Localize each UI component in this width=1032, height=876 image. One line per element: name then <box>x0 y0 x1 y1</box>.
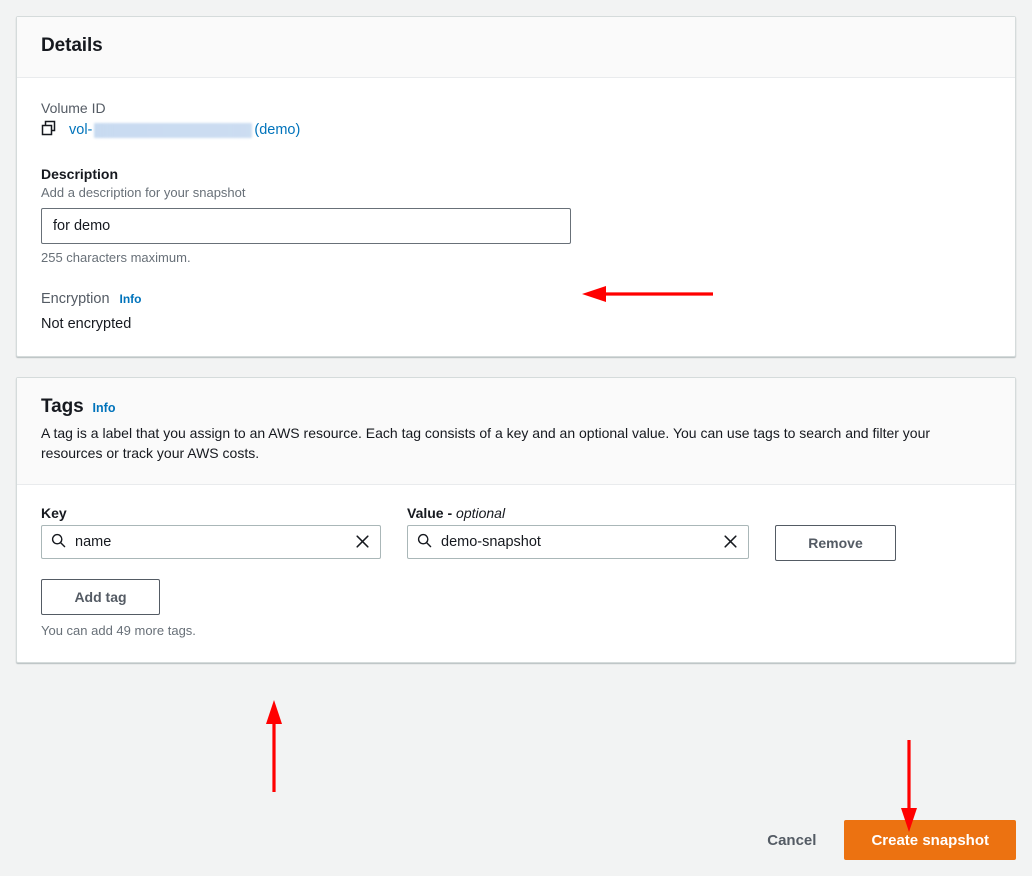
description-label: Description <box>41 166 119 182</box>
form-footer: Cancel Create snapshot <box>0 804 1032 876</box>
remove-tag-button[interactable]: Remove <box>775 524 896 561</box>
table-row: Remove <box>41 524 991 561</box>
tag-key-clear-button[interactable] <box>353 534 372 549</box>
volume-id-field: Volume ID vol- (demo) <box>41 100 991 140</box>
tag-value-clear-button[interactable] <box>721 534 740 549</box>
annotation-arrow-tag-key <box>266 700 282 792</box>
tags-panel: Tags Info A tag is a label that you assi… <box>16 377 1016 663</box>
copy-icon[interactable] <box>41 120 58 140</box>
tag-column-headers: Key Value - optional <box>41 505 991 521</box>
tag-key-column-header: Key <box>41 504 67 521</box>
tags-info-link[interactable]: Info <box>93 401 116 415</box>
tag-key-field[interactable] <box>41 524 381 559</box>
details-panel-header: Details <box>17 17 1015 78</box>
volume-id-redacted <box>94 122 253 138</box>
tag-value-input[interactable] <box>441 533 721 550</box>
tag-value-column-label: Value - <box>407 504 457 521</box>
encryption-label: Encryption <box>41 291 110 307</box>
tag-value-field[interactable] <box>407 524 749 559</box>
page-title: Details <box>41 35 103 56</box>
create-snapshot-button[interactable]: Create snapshot <box>844 820 1016 860</box>
volume-id-label: Volume ID <box>41 100 106 116</box>
search-icon <box>51 533 66 551</box>
tag-key-input[interactable] <box>75 533 353 550</box>
encryption-label-row: Encryption Info <box>41 291 991 307</box>
details-panel-body: Volume ID vol- (demo) Description Add a d… <box>17 78 1015 356</box>
encryption-value: Not encrypted <box>41 316 132 332</box>
add-tag-button[interactable]: Add tag <box>41 578 160 615</box>
tags-description: A tag is a label that you assign to an A… <box>41 425 931 462</box>
encryption-field: Encryption Info Not encrypted <box>41 291 991 332</box>
description-input[interactable] <box>41 208 571 244</box>
add-tag-section: Add tag You can add 49 more tags. <box>41 578 991 638</box>
tags-panel-header: Tags Info A tag is a label that you assi… <box>17 378 1015 485</box>
description-constraint: 255 characters maximum. <box>41 250 191 265</box>
tags-remaining-text: You can add 49 more tags. <box>41 622 196 638</box>
description-hint: Add a description for your snapshot <box>41 185 246 200</box>
volume-id-row: vol- (demo) <box>41 120 991 140</box>
tags-title: Tags <box>41 396 84 417</box>
tag-value-column-header: Value - optional <box>407 505 749 521</box>
volume-id-link[interactable]: vol- (demo) <box>69 122 300 138</box>
tags-title-row: Tags Info <box>41 396 991 418</box>
tag-value-optional-label: optional <box>456 504 506 521</box>
details-panel: Details Volume ID vol- (demo) Description <box>16 16 1016 357</box>
search-icon <box>417 533 432 551</box>
volume-id-prefix: vol- <box>69 122 93 138</box>
cancel-button[interactable]: Cancel <box>761 823 822 858</box>
encryption-info-link[interactable]: Info <box>120 292 142 306</box>
volume-id-suffix: (demo) <box>254 122 301 138</box>
description-field: Description Add a description for your s… <box>41 166 991 265</box>
tags-panel-body: Key Value - optional name demo-snapshot … <box>17 485 1015 662</box>
